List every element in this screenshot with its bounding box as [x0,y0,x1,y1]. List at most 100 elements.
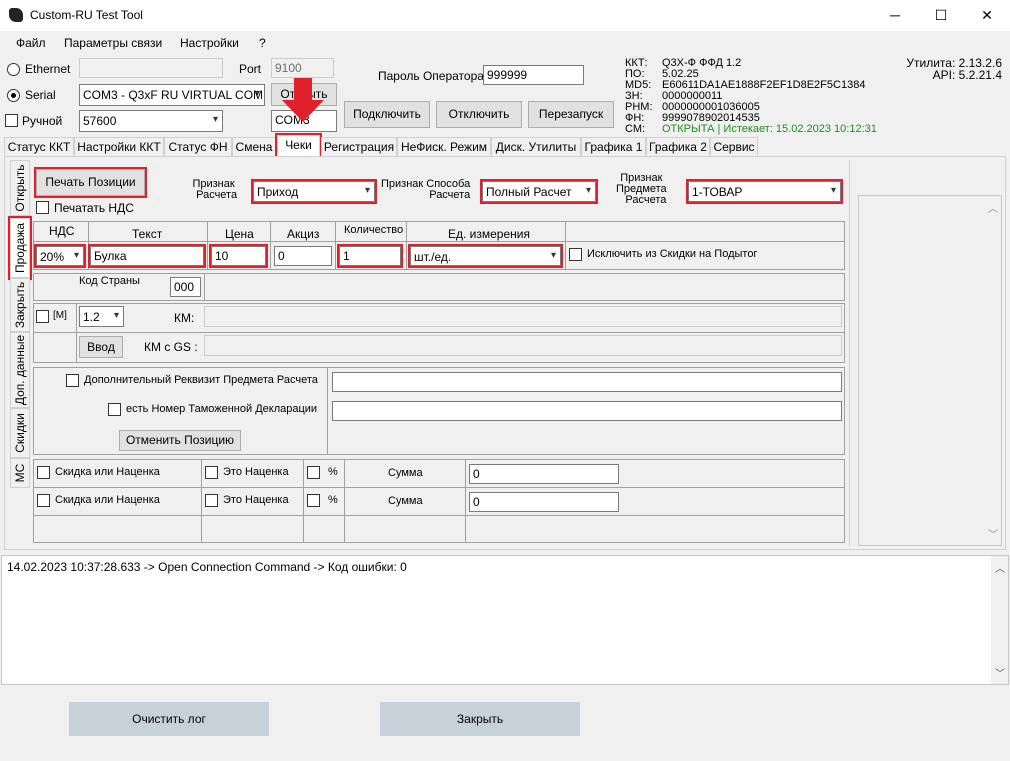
close-window-button[interactable]: ✕ [964,0,1010,31]
calc-sign-select[interactable]: Приход ▾ [251,179,377,204]
vat-select[interactable]: 20% ▾ [34,244,86,268]
country-code-input[interactable]: 000 [170,277,201,297]
scrollbar[interactable]: ︿ ﹀ [984,196,1001,545]
price-header: Цена [225,227,254,241]
chevron-down-icon[interactable]: ﹀ [995,665,1005,680]
tab-kkt-status[interactable]: Статус ККТ [4,137,74,157]
close-button[interactable]: Закрыть [380,702,580,736]
customs-input[interactable] [332,401,842,421]
serial-radio[interactable] [7,89,20,102]
markup-2-checkbox[interactable] [205,494,218,507]
chevron-down-icon: ▾ [830,185,836,196]
ethernet-radio[interactable] [7,63,20,76]
percent-1-checkbox[interactable] [307,466,320,479]
menu-help[interactable]: ? [259,36,266,50]
tab-shift[interactable]: Смена [232,137,276,157]
chevron-down-icon: ▾ [550,250,556,261]
tab-registration[interactable]: Регистрация [321,137,397,157]
connect-button-label: Подключить [353,107,421,121]
log-line: 14.02.2023 10:37:28.633 -> Open Connecti… [7,560,407,574]
qty-header: Количество [344,224,404,236]
minimize-button[interactable]: ─ [872,0,918,31]
restart-button[interactable]: Перезапуск [528,101,614,128]
tab-kkt-settings[interactable]: Настройки ККТ [74,137,164,157]
tab-graphics-1[interactable]: Графика 1 [581,137,646,157]
percent-2-checkbox[interactable] [307,494,320,507]
connect-button[interactable]: Подключить [344,101,430,128]
menu-connection-params[interactable]: Параметры связи [64,36,162,50]
manual-checkbox[interactable] [5,114,18,127]
app-icon [9,8,23,22]
enter-button-label: Ввод [87,340,115,354]
side-tab-sale[interactable]: Продажа [8,216,32,280]
customs-label: есть Номер Таможенной Декларации [126,403,318,415]
api-version: API: 5.2.21.4 [932,68,1002,82]
side-tab-open[interactable]: Открыть [10,160,30,216]
sum-1-label: Сумма [388,467,423,479]
disconnect-button-label: Отключить [448,107,510,121]
tab-graphics-2[interactable]: Графика 2 [646,137,710,157]
tab-receipts[interactable]: Чеки [275,133,322,158]
side-tab-extra-data[interactable]: Доп. данные [10,332,30,408]
markup-1-checkbox[interactable] [205,466,218,479]
tab-disk-utilities[interactable]: Диск. Утилиты [491,137,581,157]
log-area[interactable]: 14.02.2023 10:37:28.633 -> Open Connecti… [1,555,1009,685]
sum-1-input[interactable]: 0 [469,464,619,484]
country-code-row [33,273,845,301]
chevron-up-icon[interactable]: ︿ [995,560,1005,575]
text-input[interactable]: Булка [88,244,206,268]
enter-button[interactable]: Ввод [79,336,123,358]
print-position-button[interactable]: Печать Позиции [34,167,147,198]
km-input[interactable] [204,306,842,327]
side-tab-close[interactable]: Закрыть [10,278,30,332]
grid-divider [33,241,845,242]
grid-divider [76,303,77,363]
side-tab-ms[interactable]: МС [10,458,30,488]
port-input[interactable]: 9100 [271,58,334,78]
unit-select[interactable]: шт./ед. ▾ [408,244,563,268]
tab-service[interactable]: Сервис [710,137,758,157]
side-tab-ms-label: МС [13,463,27,483]
qty-input[interactable]: 1 [337,244,403,268]
grid-divider [33,515,845,516]
ethernet-address-input[interactable] [79,58,223,78]
discount-1-label: Скидка или Наценка [55,466,160,478]
side-tab-close-label: Закрыть [13,281,27,329]
disconnect-button[interactable]: Отключить [436,101,522,128]
tab-fn-status[interactable]: Статус ФН [164,137,232,157]
clear-log-button[interactable]: Очистить лог [69,702,269,736]
method-select[interactable]: Полный Расчет ▾ [480,179,598,204]
marking-version-select[interactable]: 1.2 ▾ [79,306,124,327]
maximize-button[interactable]: ☐ [918,0,964,31]
cancel-position-button[interactable]: Отменить Позицию [119,430,241,451]
log-scrollbar[interactable]: ︿ ﹀ [991,556,1008,684]
baud-rate-select[interactable]: 57600 ▾ [79,110,223,132]
password-input[interactable]: 999999 [483,65,584,85]
ethernet-label: Ethernet [25,62,71,76]
price-input[interactable]: 10 [209,244,268,268]
add-req-checkbox[interactable] [66,374,79,387]
menu-file[interactable]: Файл [16,36,46,50]
sum-2-input[interactable]: 0 [469,492,619,512]
discount-1-checkbox[interactable] [37,466,50,479]
excise-input[interactable]: 0 [274,246,332,266]
add-req-input[interactable] [332,372,842,392]
customs-checkbox[interactable] [108,403,121,416]
menu-settings[interactable]: Настройки [180,36,239,50]
subject-select[interactable]: 1-ТОВАР ▾ [686,179,843,204]
exclude-discount-checkbox[interactable] [569,248,582,261]
restart-button-label: Перезапуск [538,107,604,121]
receipt-preview-list[interactable]: ︿ ﹀ [858,195,1002,546]
chevron-down-icon: ▾ [254,88,260,99]
print-vat-checkbox[interactable] [36,201,49,214]
exclude-discount-label: Исключить из Скидки на Подытог [587,248,758,260]
marking-checkbox[interactable] [36,310,49,323]
side-tab-discounts[interactable]: Скидки [10,408,30,458]
grid-divider [33,332,845,333]
chevron-down-icon[interactable]: ﹀ [988,526,998,541]
tab-nonfiscal-mode[interactable]: НеФиск. Режим [397,137,491,157]
chevron-up-icon[interactable]: ︿ [988,200,998,215]
serial-port-select[interactable]: COM3 - Q3xF RU VIRTUAL COM ( ▾ [79,84,265,106]
km-gs-input[interactable] [204,335,842,356]
discount-2-checkbox[interactable] [37,494,50,507]
